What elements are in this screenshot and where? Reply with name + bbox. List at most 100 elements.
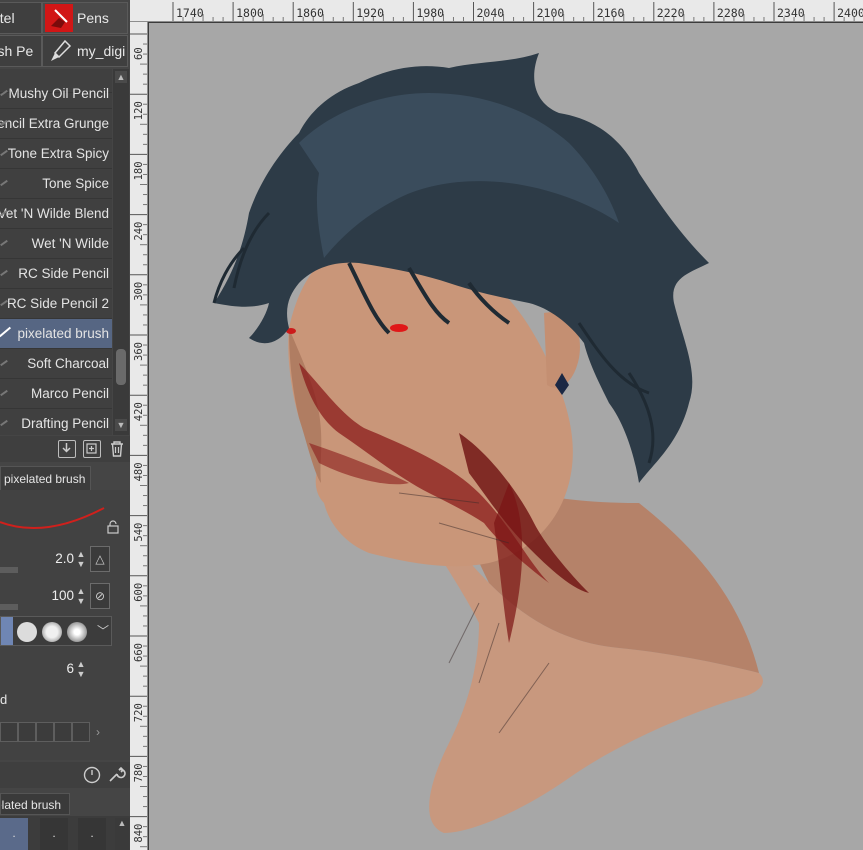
ruler-ticks: 60 120 180 240 300 360 420 480 540 600 660 720 780 84… (130, 33, 147, 848)
texture-cell[interactable] (72, 722, 90, 742)
tab-pens[interactable]: Pens (42, 2, 128, 34)
brush-item-rc-side-pencil[interactable]: RC Side Pencil (0, 259, 112, 289)
brush-name: pixelated brush (17, 326, 109, 341)
ruler-label: 2400 (837, 6, 863, 20)
brush-item-rc-side-pencil-2[interactable]: RC Side Pencil 2 (0, 289, 112, 319)
spin-arrows-icon[interactable]: ▲ ▼ (75, 659, 87, 679)
stroke-preview (0, 239, 8, 247)
chevron-right-icon[interactable]: › (96, 722, 100, 744)
ruler-label: 1740 (176, 6, 204, 20)
opacity-value[interactable]: 100 (51, 588, 74, 603)
tab-brush[interactable]: rush Pe (0, 35, 42, 67)
property-toolbar (0, 762, 130, 788)
ruler-label: 360 (133, 342, 145, 361)
ruler-label: 2340 (777, 6, 805, 20)
density-row: 6 ▲ ▼ (0, 655, 130, 685)
scroll-up-icon[interactable]: ▲ (115, 818, 129, 828)
brush-tip-selector: ﹀ (0, 616, 112, 646)
ruler-horizontal: 1740 1800 1860 1920 1980 2040 2100 2160 2220 2280… (130, 0, 863, 22)
brush-name: encil Extra Grunge (0, 116, 109, 131)
ruler-label: 480 (133, 462, 145, 481)
brush-item-drafting-pencil[interactable]: Drafting Pencil (0, 409, 112, 435)
brush-item-mushy-oil-pencil[interactable]: Mushy Oil Pencil (0, 79, 112, 109)
trash-icon[interactable] (108, 440, 126, 458)
ruler-label: 180 (133, 161, 145, 180)
brush-item-wet-n-wilde-blend[interactable]: Vet 'N Wilde Blend (0, 199, 112, 229)
texture-cell[interactable] (18, 722, 36, 742)
brush-item-pixelated-brush[interactable]: pixelated brush (0, 319, 112, 349)
spin-arrows-icon[interactable]: ▲ ▼ (75, 586, 87, 606)
ruler-label: 300 (133, 282, 145, 301)
brush-size-slider[interactable] (0, 567, 18, 573)
texture-cell[interactable] (36, 722, 54, 742)
brush-tip-soft[interactable] (67, 622, 87, 642)
reset-icon[interactable] (82, 765, 102, 788)
tab-pastel[interactable]: astel (0, 2, 42, 34)
brush-item-tone-extra-spicy[interactable]: Tone Extra Spicy (0, 139, 112, 169)
ruler-label: 600 (133, 583, 145, 602)
brush-item-marco-pencil[interactable]: Marco Pencil (0, 379, 112, 409)
stroke-preview (0, 389, 8, 397)
stroke-preview (0, 179, 8, 187)
chevron-down-icon[interactable]: ﹀ (97, 622, 109, 639)
brush-list: Mushy Oil Pencil encil Extra Grunge Tone… (0, 69, 112, 435)
duplicate-icon[interactable] (83, 440, 101, 458)
ruler-label: 2160 (597, 6, 625, 20)
stroke-preview (0, 326, 12, 338)
brush-tip-hard[interactable] (17, 622, 37, 642)
opacity-slider[interactable] (0, 604, 18, 610)
brush-tab[interactable]: elated brush (0, 793, 70, 815)
tool-property-tab[interactable]: pixelated brush (0, 466, 91, 490)
brush-name: Marco Pencil (30, 386, 109, 401)
swatch-item[interactable]: . (78, 818, 106, 850)
pressure-curve[interactable] (0, 494, 128, 534)
tab-pastel-label: astel (0, 10, 15, 26)
brush-name: Tone Extra Spicy (7, 146, 109, 161)
brush-item-wet-n-wilde[interactable]: Wet 'N Wilde (0, 229, 112, 259)
opacity-row: 100 ▲ ▼ ⊘ (0, 582, 130, 612)
brush-list-scrollbar[interactable]: ▲ ▼ (113, 69, 129, 435)
brush-tip-selected[interactable] (1, 617, 13, 645)
swatch-item[interactable]: . (40, 818, 68, 850)
ruler-label: 420 (133, 402, 145, 421)
lock-icon[interactable] (106, 520, 120, 537)
sub-tool-panel: astel Pens rush Pe my_digi Mushy Oil Pen… (0, 0, 130, 850)
tab-my-digi-label: my_digi (77, 43, 126, 59)
ruler-label: 60 (133, 47, 145, 60)
density-value[interactable]: 6 (66, 661, 74, 676)
brush-size-value[interactable]: 2.0 (55, 551, 74, 566)
ruler-vertical: 60 120 180 240 300 360 420 480 540 600 660 720 780 84… (130, 22, 148, 850)
brush-item-soft-charcoal[interactable]: Soft Charcoal (0, 349, 112, 379)
ruler-label: 1800 (236, 6, 264, 20)
ruler-label: 240 (133, 222, 145, 241)
brush-item-pencil-extra-grunge[interactable]: encil Extra Grunge (0, 109, 112, 139)
swatch-scrollbar[interactable]: ▲ (115, 818, 129, 850)
drawing-canvas[interactable] (149, 23, 863, 850)
opacity-settings-button[interactable]: ⊘ (90, 583, 110, 609)
brush-swatches: . . . ▲ (0, 816, 130, 850)
scroll-thumb[interactable] (116, 349, 126, 385)
scroll-up-icon[interactable]: ▲ (115, 71, 127, 83)
pen-nib-icon (45, 4, 73, 32)
texture-cell[interactable] (54, 722, 72, 742)
wrench-icon[interactable] (106, 765, 126, 788)
import-icon[interactable] (58, 440, 76, 458)
ruler-label: 840 (133, 824, 145, 843)
tool-property-panel: 2.0 ▲ ▼ △ 100 ▲ ▼ ⊘ ﹀ 6 ▲ ▼ d › (0, 490, 130, 760)
texture-cell[interactable] (0, 722, 18, 742)
pressure-toggle-button[interactable]: △ (90, 546, 110, 572)
ruler-label: 1860 (296, 6, 324, 20)
stroke-preview (0, 89, 8, 97)
swatch-item[interactable]: . (0, 818, 28, 850)
tab-my-digi[interactable]: my_digi (42, 35, 128, 67)
ruler-label: 720 (133, 703, 145, 722)
stroke-preview (0, 419, 8, 427)
spin-arrows-icon[interactable]: ▲ ▼ (75, 549, 87, 569)
scroll-down-icon[interactable]: ▼ (115, 419, 127, 431)
brush-tip-medium[interactable] (42, 622, 62, 642)
ruler-label: 660 (133, 643, 145, 662)
artwork (212, 53, 763, 833)
property-label: d (0, 692, 8, 707)
texture-cells: › (0, 722, 112, 744)
brush-item-tone-spice[interactable]: Tone Spice (0, 169, 112, 199)
